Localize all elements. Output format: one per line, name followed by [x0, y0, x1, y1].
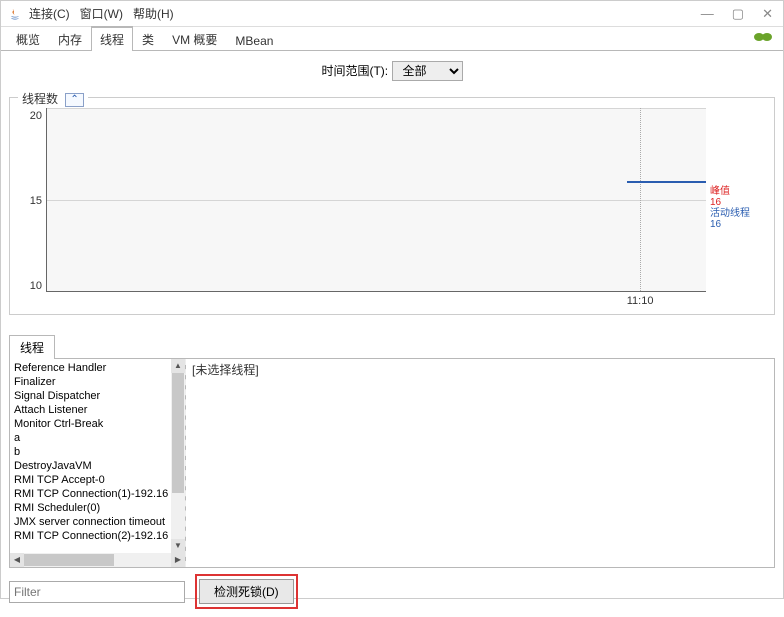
chart-title: 线程数 ⌃ — [18, 90, 88, 107]
list-item[interactable]: Monitor Ctrl-Break — [10, 417, 171, 431]
content-area: 时间范围(T): 全部 线程数 ⌃ 20 15 10 — [1, 51, 783, 617]
timerange-row: 时间范围(T): 全部 — [9, 55, 775, 91]
list-item[interactable]: b — [10, 445, 171, 459]
vertical-scrollbar[interactable]: ▲ ▼ — [171, 359, 185, 553]
timerange-select[interactable]: 全部 — [392, 61, 463, 81]
minimize-button[interactable]: — — [701, 6, 714, 22]
tab-threads[interactable]: 线程 — [91, 26, 133, 51]
menu-bar: 连接(C) 窗口(W) 帮助(H) — [29, 5, 174, 22]
list-item[interactable]: a — [10, 431, 171, 445]
threads-pane-tab[interactable]: 线程 — [9, 335, 55, 359]
java-icon — [7, 6, 23, 22]
list-item[interactable]: RMI Scheduler(0) — [10, 501, 171, 515]
scroll-left-icon[interactable]: ◀ — [10, 553, 24, 567]
maximize-button[interactable]: ▢ — [732, 6, 744, 22]
chart-line-live — [627, 181, 706, 183]
thread-detail-pane: [未选择线程] — [184, 359, 774, 567]
tab-classes[interactable]: 类 — [133, 27, 163, 51]
scroll-down-icon[interactable]: ▼ — [171, 539, 185, 553]
list-item[interactable]: RMI TCP Accept-0 — [10, 473, 171, 487]
tab-overview[interactable]: 概览 — [7, 27, 49, 51]
list-item[interactable]: Attach Listener — [10, 403, 171, 417]
bottom-row: 检测死锁(D) — [9, 574, 775, 609]
legend-live: 活动线程 16 — [710, 208, 766, 230]
window-controls: — ▢ ✕ — [701, 6, 777, 22]
scroll-right-icon[interactable]: ▶ — [171, 553, 185, 567]
chart-y-axis: 20 15 10 — [18, 108, 46, 308]
titlebar: 连接(C) 窗口(W) 帮助(H) — ▢ ✕ — [1, 1, 783, 27]
thread-list-panel: Reference Handler Finalizer Signal Dispa… — [10, 359, 186, 567]
thread-list[interactable]: Reference Handler Finalizer Signal Dispa… — [10, 359, 185, 553]
filter-input[interactable] — [9, 581, 185, 603]
list-item[interactable]: DestroyJavaVM — [10, 459, 171, 473]
scroll-thumb[interactable] — [172, 373, 184, 493]
menu-connection[interactable]: 连接(C) — [29, 5, 70, 22]
list-item[interactable]: Finalizer — [10, 375, 171, 389]
ytick: 20 — [30, 110, 42, 122]
list-item[interactable]: JMX server connection timeout — [10, 515, 171, 529]
horizontal-scrollbar[interactable]: ◀ ▶ — [10, 553, 185, 567]
app-window: 连接(C) 窗口(W) 帮助(H) — ▢ ✕ 概览 内存 线程 类 VM 概要… — [0, 0, 784, 599]
connection-indicator-icon — [753, 30, 773, 47]
detect-deadlock-highlight: 检测死锁(D) — [195, 574, 298, 609]
chart-group: 线程数 ⌃ 20 15 10 11:10 峰值 — [9, 97, 775, 315]
menu-window[interactable]: 窗口(W) — [80, 5, 123, 22]
detect-deadlock-button[interactable]: 检测死锁(D) — [199, 579, 294, 604]
list-item[interactable]: RMI TCP Connection(2)-192.16 — [10, 529, 171, 543]
legend-peak: 峰值 16 — [710, 186, 766, 208]
threads-section: 线程 Reference Handler Finalizer Signal Di… — [9, 335, 775, 609]
chart-plot[interactable]: 11:10 — [46, 108, 706, 292]
tab-bar: 概览 内存 线程 类 VM 概要 MBean — [1, 27, 783, 51]
menu-help[interactable]: 帮助(H) — [133, 5, 174, 22]
chart-area: 20 15 10 11:10 峰值 16 — [18, 108, 766, 308]
ytick: 10 — [30, 280, 42, 292]
close-button[interactable]: ✕ — [762, 6, 773, 22]
list-item[interactable]: Signal Dispatcher — [10, 389, 171, 403]
threads-box: Reference Handler Finalizer Signal Dispa… — [9, 358, 775, 568]
chart-collapse-button[interactable]: ⌃ — [65, 93, 83, 107]
list-item[interactable]: RMI TCP Connection(1)-192.16 — [10, 487, 171, 501]
tab-memory[interactable]: 内存 — [49, 27, 91, 51]
scroll-up-icon[interactable]: ▲ — [171, 359, 185, 373]
thread-detail-placeholder: [未选择线程] — [192, 363, 259, 377]
ytick: 15 — [30, 195, 42, 207]
scroll-thumb-h[interactable] — [24, 554, 114, 566]
xtick: 11:10 — [627, 295, 654, 307]
chart-legend: 峰值 16 活动线程 16 — [706, 108, 766, 308]
tab-vm-summary[interactable]: VM 概要 — [163, 27, 226, 51]
tab-mbean[interactable]: MBean — [226, 30, 282, 51]
timerange-label: 时间范围(T): — [321, 64, 388, 78]
list-item[interactable]: Reference Handler — [10, 361, 171, 375]
